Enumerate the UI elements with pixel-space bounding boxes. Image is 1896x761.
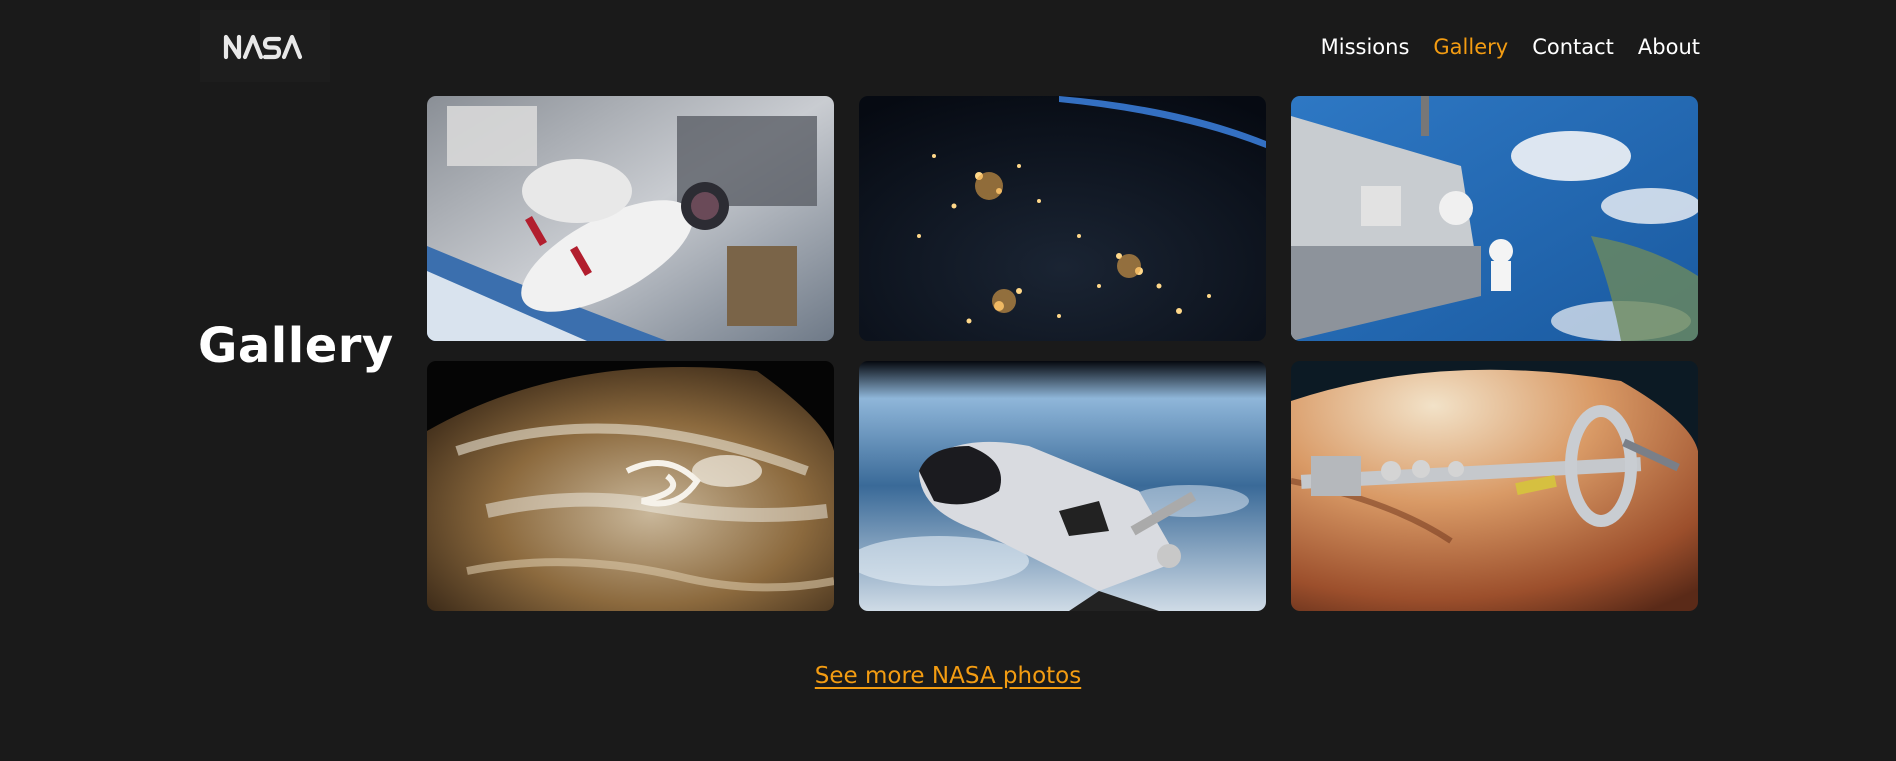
photo-tile-space-shuttle[interactable] — [859, 361, 1266, 611]
nav-contact[interactable]: Contact — [1532, 30, 1614, 64]
photo-tile-astronaut-spacewalk[interactable] — [427, 96, 834, 341]
nasa-logo[interactable] — [200, 10, 330, 82]
see-more-link[interactable]: See more NASA photos — [815, 663, 1081, 689]
space-shuttle-orbit-photo — [859, 361, 1266, 611]
photo-tile-earth-night[interactable] — [859, 96, 1266, 341]
nasa-worm-logo-icon — [223, 34, 303, 60]
page-title: Gallery — [198, 318, 394, 374]
photo-tile-mars-spacecraft[interactable] — [1291, 361, 1698, 611]
nav-gallery[interactable]: Gallery — [1433, 30, 1508, 64]
jupiter-clouds-photo — [427, 361, 834, 611]
mars-spacecraft-photo — [1291, 361, 1698, 611]
photo-tile-space-station[interactable] — [1291, 96, 1698, 341]
nav-missions[interactable]: Missions — [1321, 30, 1410, 64]
see-more-section: See more NASA photos — [0, 663, 1896, 689]
astronaut-spacewalk-photo — [427, 96, 834, 341]
space-station-astronaut-photo — [1291, 96, 1698, 341]
nav-about[interactable]: About — [1638, 30, 1700, 64]
photo-grid — [427, 96, 1698, 611]
photo-tile-jupiter[interactable] — [427, 361, 834, 611]
gallery-page: Missions Gallery Contact About Gallery S… — [0, 0, 1896, 761]
main-nav: Missions Gallery Contact About — [1321, 30, 1700, 64]
earth-night-lights-photo — [859, 96, 1266, 341]
